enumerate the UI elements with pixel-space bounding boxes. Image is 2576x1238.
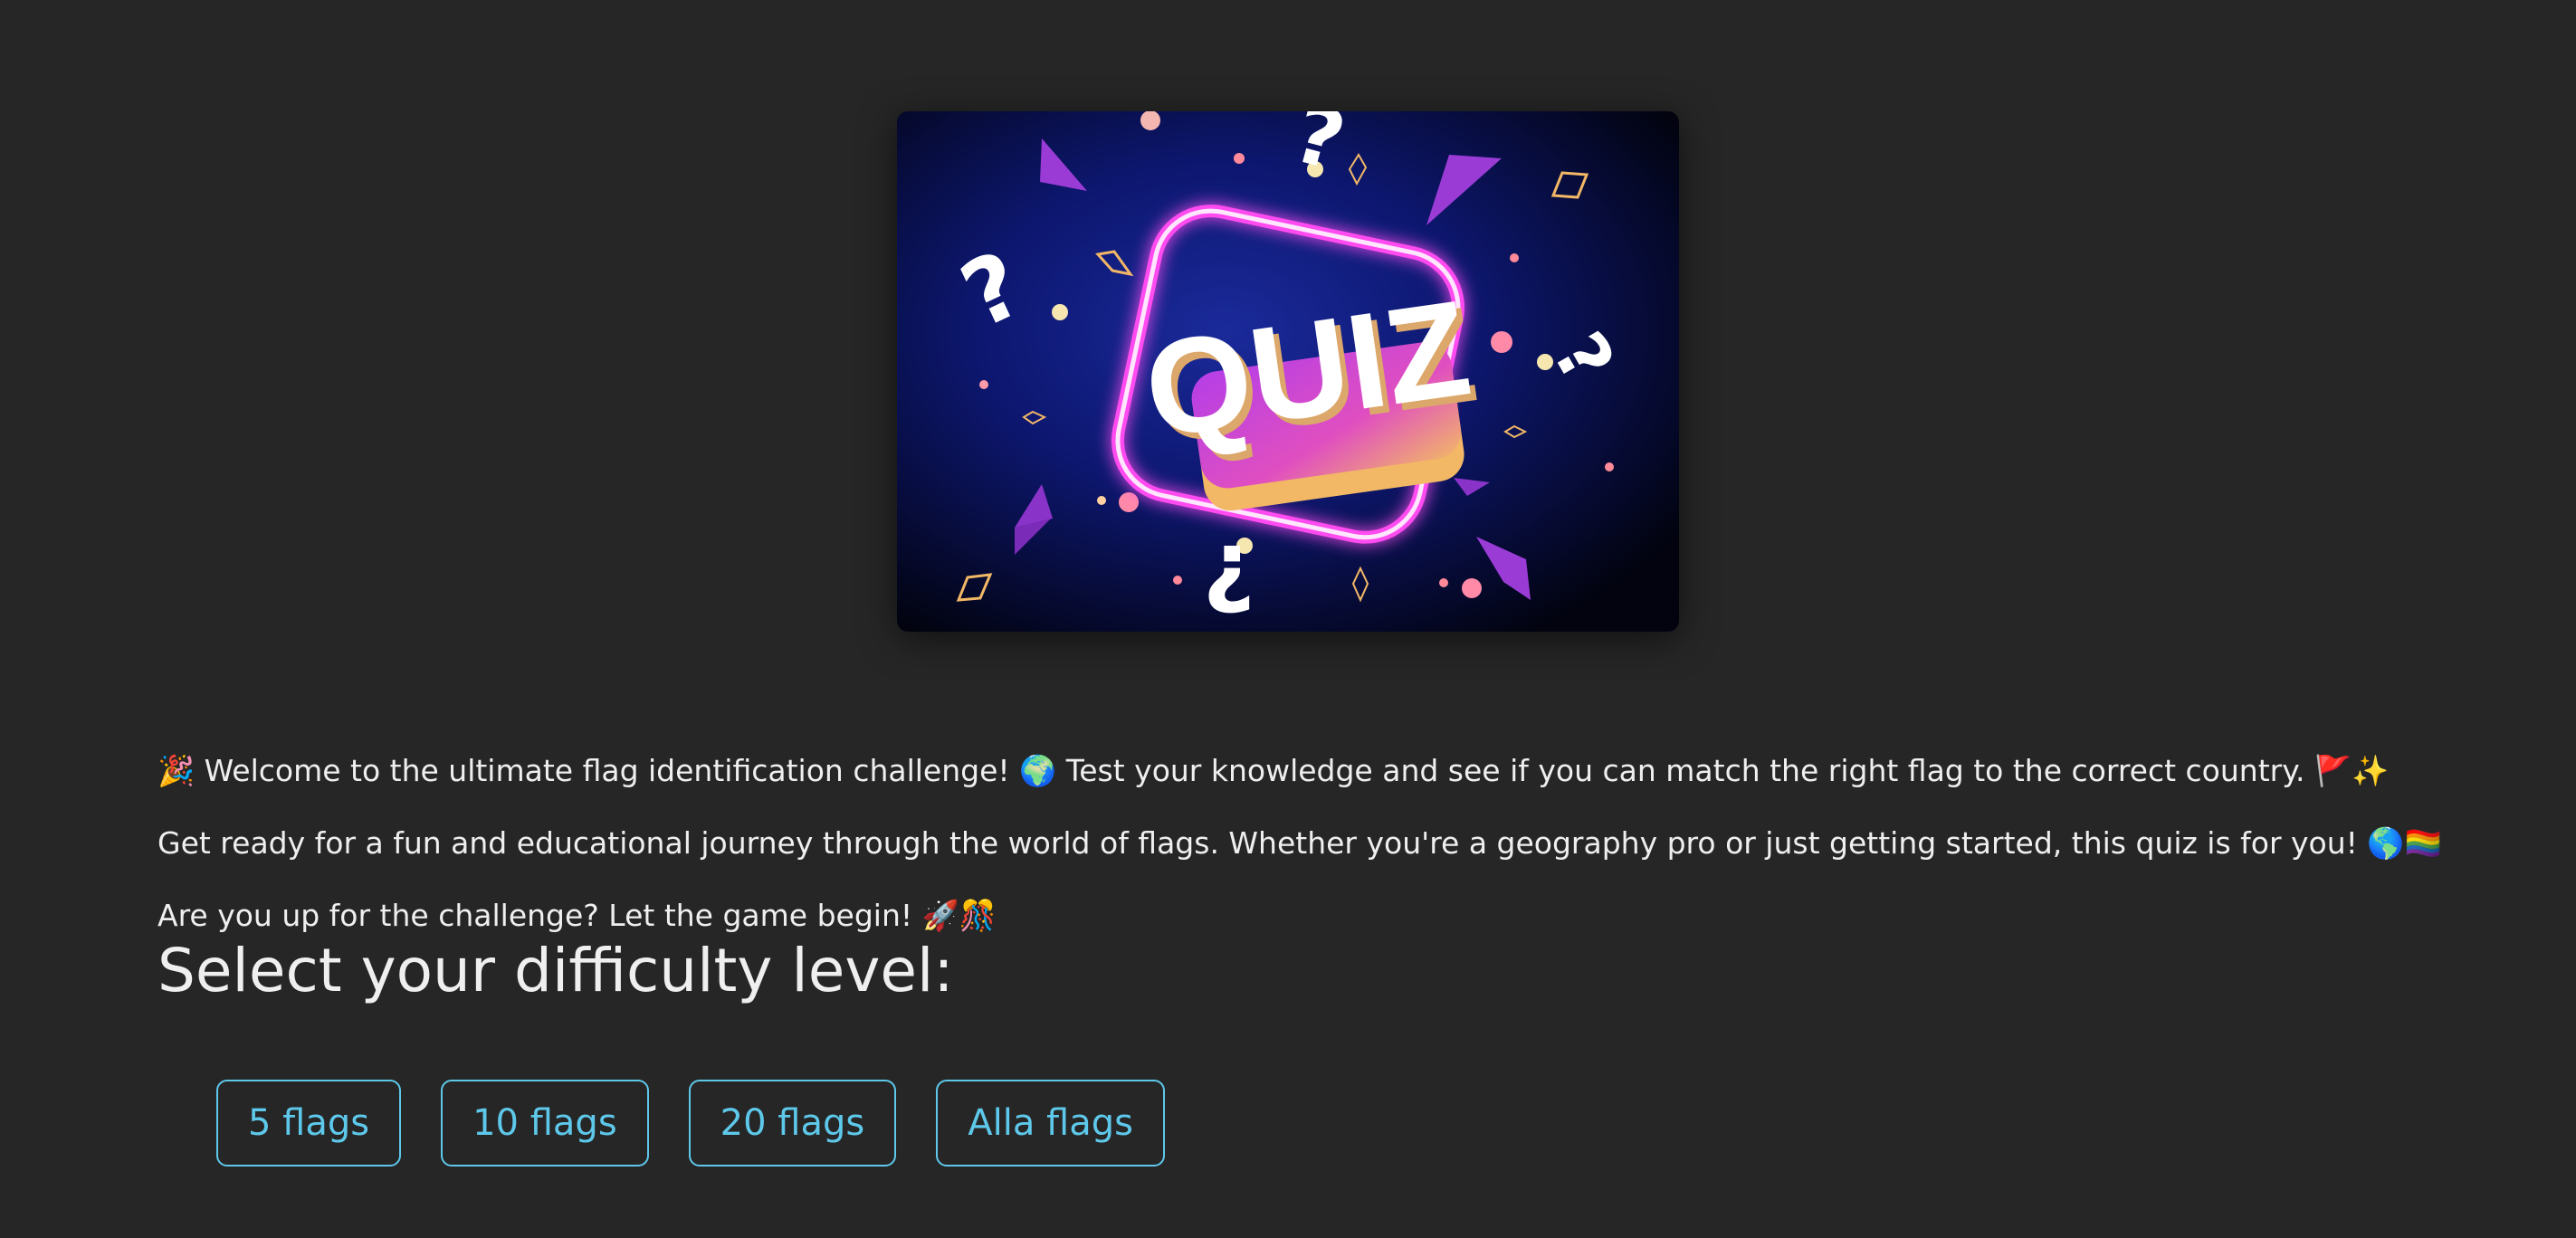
svg-text:?: ?: [1203, 524, 1255, 630]
difficulty-20-flags-button[interactable]: 20 flags: [688, 1080, 897, 1167]
difficulty-options: 5 flags 10 flags 20 flags Alla flags: [216, 1080, 1165, 1167]
difficulty-10-flags-button[interactable]: 10 flags: [441, 1080, 649, 1167]
quiz-hero-image: ? ? ? ? QUIZ QUIZ: [897, 111, 1679, 632]
intro-journey-text: Get ready for a fun and educational jour…: [157, 825, 2442, 861]
difficulty-all-flags-button[interactable]: Alla flags: [936, 1080, 1165, 1167]
difficulty-5-flags-button[interactable]: 5 flags: [216, 1080, 402, 1167]
intro-welcome-text: 🎉 Welcome to the ultimate flag identific…: [157, 753, 2390, 788]
quiz-start-page: ? ? ? ? QUIZ QUIZ 🎉 Welcome to the ultim…: [0, 0, 2576, 1238]
difficulty-heading: Select your difficulty level:: [157, 936, 954, 1005]
intro-challenge-text: Are you up for the challenge? Let the ga…: [157, 898, 997, 933]
